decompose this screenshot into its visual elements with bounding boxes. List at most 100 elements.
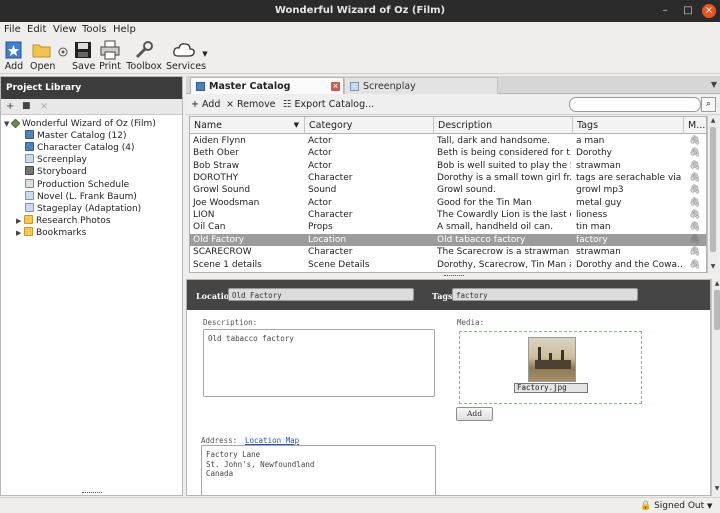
- paperclip-icon[interactable]: 🖇: [689, 247, 700, 257]
- paperclip-icon[interactable]: 🖇: [689, 222, 700, 232]
- table-row[interactable]: Oil Can Props A small, handheld oil can. ti…: [190, 221, 706, 233]
- table-row[interactable]: Beth Ober Actor Beth is being considered f…: [190, 147, 706, 159]
- cloud-icon: [173, 43, 195, 57]
- table-row[interactable]: Growl Sound Sound Growl sound. growl mp3 🖇: [190, 184, 706, 196]
- expand-arrow-icon[interactable]: ▶: [16, 227, 24, 239]
- tree-item-novel[interactable]: Novel (L. Frank Baum): [25, 191, 137, 203]
- new-folder-icon[interactable]: ■: [22, 101, 31, 111]
- paperclip-icon[interactable]: 🖇: [689, 235, 700, 245]
- menu-view[interactable]: View: [53, 24, 77, 35]
- split-resize-handle[interactable]: [444, 275, 464, 278]
- column-header-media[interactable]: M...: [684, 117, 706, 134]
- tree-item-screenplay[interactable]: Screenplay: [25, 154, 87, 166]
- table-row[interactable]: Bob Straw Actor Bob is well suited to play…: [190, 160, 706, 172]
- menu-file[interactable]: File: [4, 24, 21, 35]
- cell-tags: a man: [576, 136, 605, 146]
- folder-open-icon: [32, 44, 51, 58]
- cell-name: Oil Can: [193, 222, 226, 233]
- paperclip-icon[interactable]: 🖇: [689, 173, 700, 183]
- scroll-down-icon[interactable]: ▼: [712, 485, 720, 494]
- paperclip-icon[interactable]: 🖇: [689, 161, 700, 171]
- media-filename[interactable]: Factory.jpg: [514, 383, 588, 393]
- add-item-icon[interactable]: +: [6, 101, 14, 112]
- tree-item-master-catalog[interactable]: Master Catalog (12): [25, 130, 127, 142]
- menu-edit[interactable]: Edit: [27, 24, 46, 35]
- services-dropdown-icon[interactable]: ▼: [201, 50, 209, 58]
- catalog-remove-button[interactable]: × Remove: [226, 99, 276, 110]
- cell-description: Tall, dark and handsome.: [437, 136, 551, 146]
- close-window-button[interactable]: ×: [702, 4, 716, 18]
- table-row[interactable]: Aiden Flynn Actor Tall, dark and handsome.…: [190, 135, 706, 147]
- tab-list-dropdown-icon[interactable]: ▼: [711, 80, 717, 89]
- scroll-thumb[interactable]: [710, 127, 716, 252]
- add-media-button[interactable]: Add: [456, 407, 493, 421]
- tree-item-production-schedule[interactable]: Production Schedule: [25, 179, 129, 191]
- catalog-search-input[interactable]: [569, 97, 701, 112]
- media-dropzone[interactable]: Factory.jpg: [459, 331, 642, 404]
- paperclip-icon[interactable]: 🖇: [689, 185, 700, 195]
- column-header-tags[interactable]: Tags: [573, 117, 684, 134]
- save-button[interactable]: Save: [72, 40, 95, 72]
- table-row[interactable]: SCARECROW Character The Scarecrow is a str…: [190, 246, 706, 258]
- location-input[interactable]: Old Factory: [228, 288, 414, 301]
- table-row[interactable]: Joe Woodsman Actor Good for the Tin Man met…: [190, 197, 706, 209]
- catalog-add-button[interactable]: + Add: [191, 99, 220, 110]
- search-icon[interactable]: ⌕: [701, 97, 716, 112]
- paperclip-icon[interactable]: 🖇: [689, 148, 700, 158]
- location-map-link[interactable]: Location Map: [245, 436, 299, 445]
- maximize-button[interactable]: □: [681, 4, 695, 18]
- column-header-description[interactable]: Description: [434, 117, 573, 134]
- tree-item-storyboard[interactable]: Storyboard: [25, 166, 87, 178]
- address-textarea[interactable]: Factory Lane St. John's, Newfoundland Ca…: [201, 445, 436, 495]
- cell-description: Dorothy is a small town girl fr...: [437, 173, 571, 184]
- factory-thumbnail[interactable]: [528, 337, 576, 382]
- cell-name: SCARECROW: [193, 247, 252, 258]
- paperclip-icon[interactable]: 🖇: [689, 198, 700, 208]
- signed-status[interactable]: 🔒 Signed Out ▼: [640, 501, 712, 511]
- tree-item-character-catalog[interactable]: Character Catalog (4): [25, 142, 134, 154]
- tab-master-catalog[interactable]: Master Catalog ×: [190, 77, 344, 94]
- menu-tools[interactable]: Tools: [82, 24, 107, 35]
- scroll-up-icon[interactable]: ▲: [712, 280, 720, 289]
- remove-item-icon[interactable]: ×: [40, 101, 48, 112]
- column-header-name[interactable]: Name ▼: [190, 117, 305, 134]
- paperclip-icon[interactable]: 🖇: [689, 210, 700, 220]
- tree-item-bookmarks[interactable]: ▶ Bookmarks: [16, 227, 86, 239]
- export-catalog-button[interactable]: ☷ Export Catalog...: [283, 99, 374, 110]
- table-row[interactable]: Old Factory Location Old tabacco factory fa…: [190, 233, 706, 247]
- close-tab-icon[interactable]: ×: [331, 82, 340, 91]
- folder-icon: [24, 215, 33, 224]
- scroll-thumb[interactable]: [714, 290, 720, 330]
- cell-description: The Scarecrow is a strawman i...: [437, 247, 571, 258]
- document-icon: [25, 191, 34, 200]
- add-button[interactable]: Add: [3, 40, 25, 72]
- print-button[interactable]: Print: [98, 40, 122, 72]
- expand-arrow-icon[interactable]: ▶: [16, 215, 24, 227]
- open-button[interactable]: Open: [30, 40, 55, 72]
- paperclip-icon[interactable]: 🖇: [689, 260, 700, 270]
- table-row[interactable]: DOROTHY Character Dorothy is a small town …: [190, 172, 706, 184]
- tree-item-research-photos[interactable]: ▶ Research Photos: [16, 215, 111, 227]
- open-menu-icon[interactable]: [57, 46, 69, 61]
- table-row[interactable]: Scene 1 details Scene Details Dorothy, Sca…: [190, 259, 706, 271]
- services-button[interactable]: Services: [166, 40, 206, 72]
- description-textarea[interactable]: Old tabacco factory: [203, 329, 435, 397]
- scroll-down-icon[interactable]: ▼: [708, 263, 718, 272]
- table-row[interactable]: LION Character The Cowardly Lion is the la…: [190, 209, 706, 221]
- minimize-button[interactable]: –: [658, 4, 672, 18]
- paperclip-icon[interactable]: 🖇: [689, 136, 700, 146]
- catalog-scrollbar[interactable]: ▲ ▼: [707, 116, 718, 273]
- tab-screenplay[interactable]: Screenplay: [344, 77, 498, 94]
- cell-tags: lioness: [576, 210, 608, 221]
- toolbox-button[interactable]: Toolbox: [126, 40, 162, 72]
- left-panel-resize-handle[interactable]: [82, 492, 102, 495]
- status-bar: 🔒 Signed Out ▼: [0, 497, 720, 513]
- menu-help[interactable]: Help: [113, 24, 136, 35]
- scroll-up-icon[interactable]: ▲: [708, 117, 718, 126]
- tree-item-stageplay[interactable]: Stageplay (Adaptation): [25, 203, 141, 215]
- window-title: Wonderful Wizard of Oz (Film): [274, 5, 446, 16]
- tree-item-project[interactable]: ▼ Wonderful Wizard of Oz (Film): [4, 118, 156, 130]
- detail-scrollbar[interactable]: ▲ ▼: [711, 279, 720, 496]
- tags-input[interactable]: factory: [452, 288, 638, 301]
- column-header-category[interactable]: Category: [305, 117, 434, 134]
